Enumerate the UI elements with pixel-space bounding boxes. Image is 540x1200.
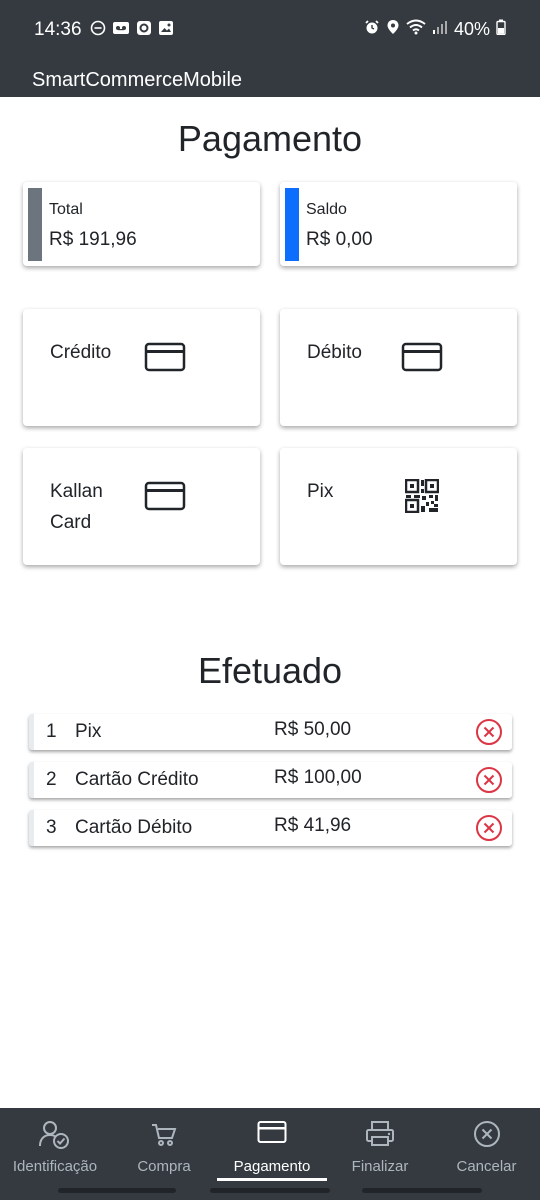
remove-payment-icon[interactable] [475,814,503,847]
nav-pagamento[interactable]: Pagamento [217,1108,327,1180]
bottom-navigation: Identificação Compra Pagamento Finalizar… [0,1108,540,1200]
wifi-icon [406,19,426,40]
method-label: Kallan Card [50,481,103,533]
printer-icon [365,1120,395,1152]
method-label: Crédito [50,342,112,363]
method-pix[interactable]: Pix [280,448,517,565]
total-value: R$ 191,96 [49,229,137,250]
battery-icon [496,19,506,40]
row-number: 3 [46,817,57,838]
credit-card-icon [144,481,186,516]
gesture-bar [58,1188,176,1193]
qr-code-icon [404,478,440,518]
payment-row: 3 Cartão Débito R$ 41,96 [29,810,512,846]
gesture-bar [362,1188,482,1193]
row-amount: R$ 100,00 [274,767,362,788]
app-title: SmartCommerceMobile [32,69,243,91]
top-bar: 14:36 40% SmartCommerceMobile [0,0,540,97]
row-amount: R$ 41,96 [274,815,352,836]
nav-finalizar[interactable]: Finalizar [325,1108,435,1180]
battery-level: 40% [453,19,490,39]
nav-label: Finalizar [351,1158,409,1175]
signal-icon [432,19,448,40]
page-title: Pagamento [177,118,363,159]
method-debit-card[interactable]: Débito [280,309,517,426]
nav-label: Compra [137,1158,191,1175]
credit-card-icon [144,342,186,377]
active-tab-indicator [217,1178,327,1181]
payment-row: 2 Cartão Crédito R$ 100,00 [29,762,512,798]
balance-card: Saldo R$ 0,00 [280,182,517,266]
system-status-icons: 40% [364,19,506,40]
total-card: Total R$ 191,96 [23,182,260,266]
row-method: Pix [75,721,102,742]
balance-label: Saldo [306,201,347,218]
cart-icon [150,1120,178,1152]
balance-color-bar [285,188,299,261]
row-number: 2 [46,769,57,790]
payment-row: 1 Pix R$ 50,00 [29,714,512,750]
row-number: 1 [46,721,57,742]
section-title-done: Efetuado [197,650,343,691]
user-check-icon [39,1120,71,1154]
row-amount: R$ 50,00 [274,719,352,740]
credit-card-icon [401,342,443,377]
method-credit-card[interactable]: Crédito [23,309,260,426]
status-time: 14:36 [34,19,82,40]
balance-value: R$ 0,00 [306,229,373,250]
app-icon [136,20,152,41]
nav-compra[interactable]: Compra [110,1108,218,1180]
method-kallan-card[interactable]: Kallan Card [23,448,260,565]
location-icon [386,19,400,40]
remove-payment-icon[interactable] [475,718,503,751]
nav-cancelar[interactable]: Cancelar [433,1108,540,1180]
alarm-icon [364,19,380,40]
nav-identificacao[interactable]: Identificação [0,1108,110,1180]
nav-label: Cancelar [456,1158,517,1175]
notification-icons [90,20,174,41]
credit-card-icon [257,1120,287,1148]
do-not-disturb-icon [90,20,106,41]
method-label: Pix [307,481,334,502]
voicemail-icon [112,20,130,41]
remove-payment-icon[interactable] [475,766,503,799]
cancel-circle-icon [473,1120,501,1152]
nav-label: Pagamento [233,1158,311,1175]
status-bar: 14:36 40% [0,0,540,60]
total-color-bar [28,188,42,261]
method-label: Débito [307,342,362,363]
row-method: Cartão Crédito [75,769,199,790]
image-icon [158,20,174,41]
nav-label: Identificação [12,1158,98,1175]
total-label: Total [49,201,83,218]
row-method: Cartão Débito [75,817,193,838]
gesture-bar [210,1188,330,1193]
